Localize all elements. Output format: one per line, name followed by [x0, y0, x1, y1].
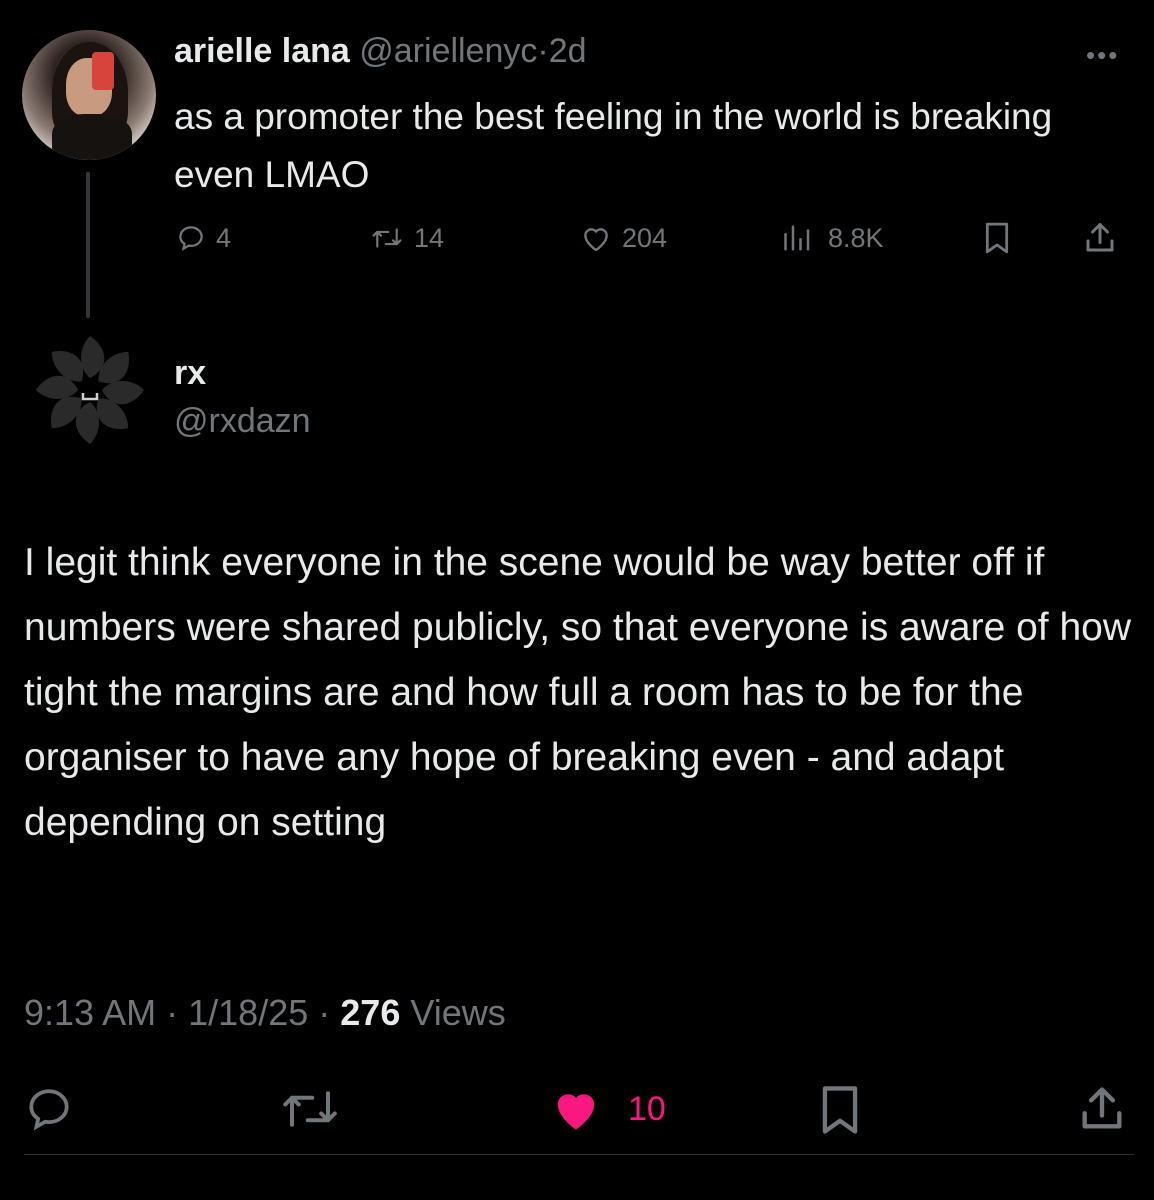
- avatar-arielle[interactable]: [22, 30, 156, 160]
- repost-button[interactable]: 14: [370, 218, 444, 258]
- like-count-2: 10: [628, 1089, 666, 1128]
- meta-separator: ·: [166, 992, 179, 1033]
- reply-display-name[interactable]: rx: [174, 354, 206, 393]
- share-button[interactable]: [1082, 218, 1118, 258]
- reply-tweet-text: I legit think everyone in the scene woul…: [24, 541, 1132, 844]
- share-icon: [1076, 1082, 1128, 1136]
- bookmark-icon: [814, 1082, 866, 1138]
- heart-filled-icon: [548, 1084, 604, 1134]
- time-ago[interactable]: 2d: [549, 32, 587, 70]
- thread-connector-line: [86, 172, 90, 318]
- tweet-text: as a promoter the best feeling in the wo…: [174, 96, 1053, 195]
- heart-icon: [580, 223, 612, 253]
- bottom-divider: [24, 1154, 1134, 1155]
- more-icon[interactable]: •••: [1086, 40, 1119, 71]
- reply-button-2[interactable]: [24, 1082, 74, 1136]
- repost-icon: [278, 1082, 342, 1136]
- dot-separator: ·: [537, 32, 549, 70]
- share-button-2[interactable]: [1076, 1082, 1128, 1136]
- reply-count: 4: [216, 222, 232, 253]
- bookmark-icon: [980, 220, 1014, 256]
- analytics-icon: [778, 223, 818, 253]
- tweet-header: arielle lana @ariellenyc·2d: [174, 32, 587, 71]
- like-count: 204: [622, 222, 668, 253]
- reply-button[interactable]: 4: [176, 218, 231, 258]
- view-count: 8.8K: [828, 222, 884, 253]
- handle[interactable]: @ariellenyc: [359, 32, 537, 70]
- bookmark-button-2[interactable]: [814, 1082, 866, 1136]
- reply-icon: [176, 223, 206, 253]
- repost-button-2[interactable]: [278, 1082, 342, 1136]
- reply-icon: [24, 1082, 74, 1136]
- avatar-rx[interactable]: [28, 328, 152, 452]
- like-button-2[interactable]: 10: [548, 1082, 666, 1136]
- bookmark-button[interactable]: [980, 218, 1014, 258]
- tweet-meta: 9:13 AM · 1/18/25 · 276 Views: [24, 992, 506, 1034]
- tweet-date[interactable]: 1/18/25: [188, 992, 308, 1033]
- tweet-time[interactable]: 9:13 AM: [24, 992, 156, 1033]
- views-number: 276: [340, 992, 401, 1033]
- views-label[interactable]: Views: [410, 992, 505, 1033]
- share-icon: [1082, 220, 1118, 256]
- display-name[interactable]: arielle lana: [174, 32, 350, 70]
- repost-count: 14: [414, 222, 445, 253]
- like-button[interactable]: 204: [580, 218, 667, 258]
- meta-separator: ·: [318, 992, 331, 1033]
- reply-handle[interactable]: @rxdazn: [174, 402, 311, 441]
- views-button[interactable]: 8.8K: [778, 218, 884, 258]
- repost-icon: [370, 223, 404, 253]
